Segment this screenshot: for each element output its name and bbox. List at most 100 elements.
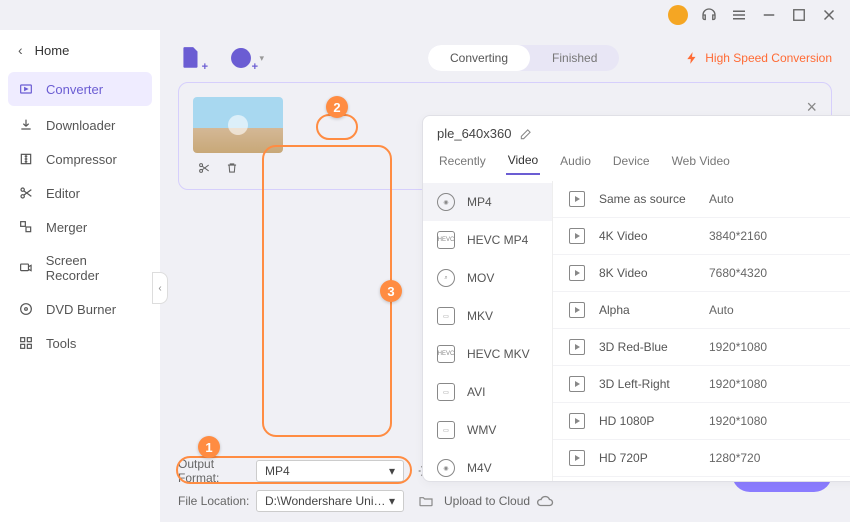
hsc-label: High Speed Conversion xyxy=(705,51,832,65)
chevron-down-icon: ▾ xyxy=(389,494,395,508)
step-2-badge: 2 xyxy=(326,96,348,118)
sidebar-item-merger[interactable]: Merger xyxy=(0,210,160,244)
format-icon: ⌕ xyxy=(437,269,455,287)
menu-icon[interactable] xyxy=(730,6,748,24)
format-icon: HEVC xyxy=(437,231,455,249)
popup-tab-video[interactable]: Video xyxy=(506,147,540,175)
titlebar xyxy=(0,0,850,30)
download-icon xyxy=(18,117,34,133)
format-mkv[interactable]: ▭MKV xyxy=(423,297,552,335)
tab-converting[interactable]: Converting xyxy=(428,45,530,71)
format-hevc-mp4[interactable]: HEVCHEVC MP4 xyxy=(423,221,552,259)
user-avatar[interactable] xyxy=(668,5,688,25)
sidebar-item-screen-recorder[interactable]: Screen Recorder xyxy=(0,244,160,292)
format-wmv[interactable]: ▭WMV xyxy=(423,411,552,449)
merge-icon xyxy=(18,219,34,235)
sidebar-label: Downloader xyxy=(46,118,115,133)
sidebar-label: DVD Burner xyxy=(46,302,116,317)
popup-tab-device[interactable]: Device xyxy=(611,148,652,174)
trash-icon[interactable] xyxy=(225,161,239,175)
file-location-select[interactable]: D:\Wondershare UniConverter 1 ▾ xyxy=(256,490,404,512)
format-icon: ◉ xyxy=(437,193,455,211)
popup-tab-audio[interactable]: Audio xyxy=(558,148,593,174)
popup-tab-webvideo[interactable]: Web Video xyxy=(670,148,732,174)
play-icon xyxy=(569,302,585,318)
video-thumbnail[interactable] xyxy=(193,97,283,153)
sidebar-item-tools[interactable]: Tools xyxy=(0,326,160,360)
close-icon[interactable] xyxy=(820,6,838,24)
sidebar-label: Screen Recorder xyxy=(46,253,142,283)
sidebar-label: Compressor xyxy=(46,152,117,167)
resolution-row[interactable]: 3D Red-Blue1920*1080 xyxy=(553,329,850,366)
tab-finished[interactable]: Finished xyxy=(530,45,619,71)
step-1-badge: 1 xyxy=(198,436,220,458)
format-mov[interactable]: ⌕MOV xyxy=(423,259,552,297)
sidebar-label: Merger xyxy=(46,220,87,235)
topbar: + + ▾ Converting Finished High Speed Con… xyxy=(178,34,832,82)
converter-icon xyxy=(18,81,34,97)
support-icon[interactable] xyxy=(700,6,718,24)
format-hevc-mkv[interactable]: HEVCHEVC MKV xyxy=(423,335,552,373)
high-speed-toggle[interactable]: High Speed Conversion xyxy=(685,51,832,65)
resolution-row[interactable]: 4K Video3840*2160 xyxy=(553,218,850,255)
scissors-icon xyxy=(18,185,34,201)
maximize-icon[interactable] xyxy=(790,6,808,24)
minimize-icon[interactable] xyxy=(760,6,778,24)
sidebar-item-downloader[interactable]: Downloader xyxy=(0,108,160,142)
format-m4v[interactable]: ◉M4V xyxy=(423,449,552,481)
cut-icon[interactable] xyxy=(197,161,211,175)
popup-tab-recently[interactable]: Recently xyxy=(437,148,488,174)
play-icon xyxy=(569,376,585,392)
chevron-down-icon: ▾ xyxy=(389,464,395,478)
grid-icon xyxy=(18,335,34,351)
format-icon: ▭ xyxy=(437,307,455,325)
format-avi[interactable]: ▭AVI xyxy=(423,373,552,411)
file-location-label: File Location: xyxy=(178,494,256,508)
open-folder-icon[interactable] xyxy=(418,493,434,509)
sidebar-item-converter[interactable]: Converter xyxy=(8,72,152,106)
sidebar-item-dvd-burner[interactable]: DVD Burner xyxy=(0,292,160,326)
plus-icon: + xyxy=(252,61,258,73)
sidebar-home[interactable]: ‹ Home xyxy=(0,36,160,64)
format-icon: ▭ xyxy=(437,421,455,439)
sidebar: ‹ Home Converter Downloader Compressor E… xyxy=(0,30,160,522)
play-icon xyxy=(569,413,585,429)
play-icon xyxy=(569,450,585,466)
edit-title-icon[interactable] xyxy=(519,127,533,141)
play-icon xyxy=(569,265,585,281)
sidebar-label: Editor xyxy=(46,186,80,201)
resolution-row[interactable]: 3D Left-Right1920*1080 xyxy=(553,366,850,403)
resolution-row[interactable]: Same as sourceAuto xyxy=(553,181,850,218)
output-format-select[interactable]: MP4 ▾ xyxy=(256,460,404,482)
sidebar-label: Tools xyxy=(46,336,76,351)
resolution-row[interactable]: HD 720P1280*720 xyxy=(553,440,850,477)
play-icon xyxy=(569,191,585,207)
add-url-button[interactable]: + ▾ xyxy=(228,45,254,71)
format-icon: ▭ xyxy=(437,383,455,401)
play-icon xyxy=(569,339,585,355)
home-label: Home xyxy=(35,43,70,58)
sidebar-item-compressor[interactable]: Compressor xyxy=(0,142,160,176)
resolution-row[interactable]: AlphaAuto xyxy=(553,292,850,329)
add-file-button[interactable]: + xyxy=(178,45,204,71)
cloud-icon[interactable] xyxy=(536,492,554,510)
record-icon xyxy=(18,260,34,276)
lightning-icon xyxy=(685,51,699,65)
format-icon: ◉ xyxy=(437,459,455,477)
resolution-row[interactable]: 8K Video7680*4320 xyxy=(553,255,850,292)
resolution-list: Same as sourceAuto 4K Video3840*2160 8K … xyxy=(553,181,850,481)
format-popup: ple_640x360 Recently Video Audio Device … xyxy=(422,115,850,482)
upload-cloud-label: Upload to Cloud xyxy=(444,494,530,508)
sidebar-item-editor[interactable]: Editor xyxy=(0,176,160,210)
disc-icon xyxy=(18,301,34,317)
output-format-label: Output Format: xyxy=(178,457,256,485)
format-icon: HEVC xyxy=(437,345,455,363)
format-list: ◉MP4 HEVCHEVC MP4 ⌕MOV ▭MKV HEVCHEVC MKV… xyxy=(423,181,553,481)
format-mp4[interactable]: ◉MP4 xyxy=(423,183,552,221)
plus-icon: + xyxy=(202,61,208,73)
resolution-row[interactable]: HD 1080P1920*1080 xyxy=(553,403,850,440)
compress-icon xyxy=(18,151,34,167)
sidebar-label: Converter xyxy=(46,82,103,97)
status-segmented: Converting Finished xyxy=(428,45,619,71)
file-name: ple_640x360 xyxy=(437,126,511,141)
